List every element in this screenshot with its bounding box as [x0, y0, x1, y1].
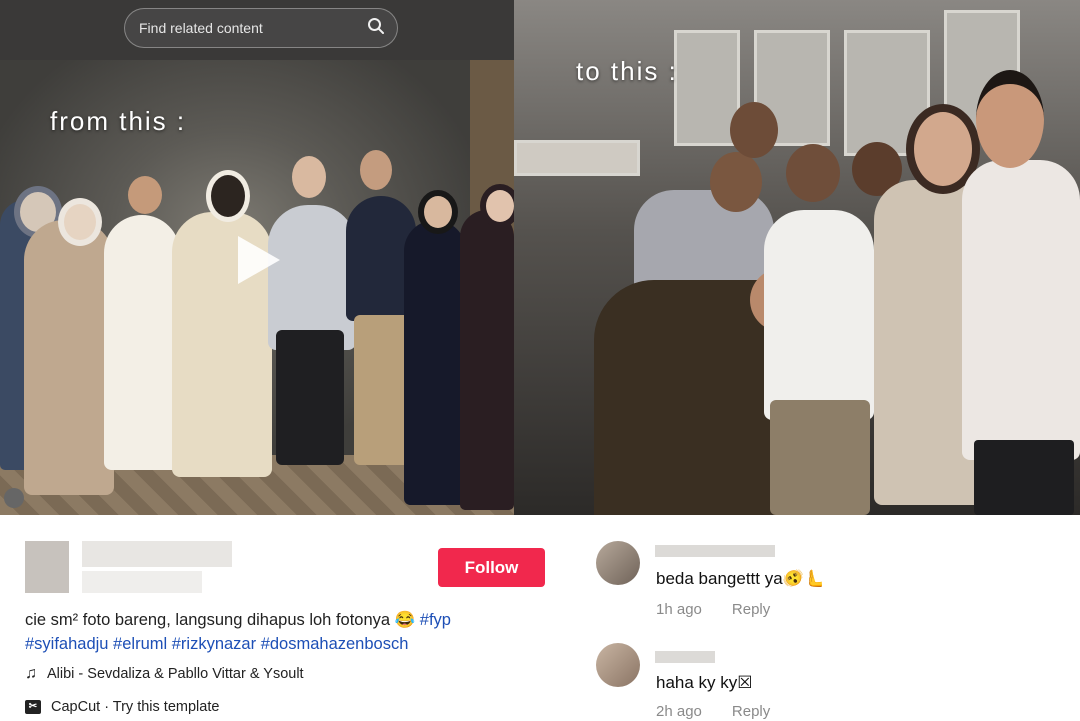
- comment-meta: 2h ago Reply: [656, 703, 770, 720]
- author-name[interactable]: [82, 541, 232, 567]
- follow-button[interactable]: Follow: [438, 548, 545, 587]
- person-figure: [460, 210, 514, 510]
- comments-section: beda bangettt ya🫨🫷 1h ago Reply haha ky …: [580, 515, 1080, 721]
- person-figure: [962, 160, 1080, 460]
- person-figure: [634, 190, 774, 290]
- video-frame-left: from this : Find related content: [0, 0, 520, 515]
- reply-button[interactable]: Reply: [732, 601, 770, 618]
- comment-text: haha ky ky☒: [656, 673, 753, 692]
- reply-button[interactable]: Reply: [732, 703, 770, 720]
- music-title[interactable]: Alibi - Sevdaliza & Pabllo Vittar & Ysou…: [47, 666, 304, 682]
- video-frame-right: to this :: [514, 0, 1080, 515]
- music-note-icon: ♫: [25, 665, 37, 682]
- music-row[interactable]: ♫ Alibi - Sevdaliza & Pabllo Vittar & Ys…: [25, 665, 304, 683]
- author-handle[interactable]: [82, 571, 202, 593]
- person-head: [710, 152, 762, 212]
- post-description: cie sm² foto bareng, langsung dihapus lo…: [25, 608, 555, 656]
- person-figure: [24, 220, 114, 495]
- person-figure: [770, 400, 870, 515]
- avatar[interactable]: [596, 541, 640, 585]
- person-figure: [404, 220, 466, 505]
- hashtag-link[interactable]: #fyp: [420, 611, 451, 629]
- hashtag-links[interactable]: #syifahadju #elruml #rizkynazar #dosmaha…: [25, 635, 408, 653]
- avatar: [4, 488, 24, 508]
- search-bar[interactable]: Find related content: [124, 8, 398, 48]
- person-head: [786, 144, 840, 202]
- person-figure: [764, 210, 874, 420]
- commenter-name[interactable]: [655, 651, 715, 663]
- window-decor: [514, 140, 640, 176]
- search-placeholder[interactable]: Find related content: [139, 20, 367, 36]
- caption-to-this: to this :: [576, 56, 678, 86]
- author-avatar[interactable]: [25, 541, 69, 593]
- comment-time: 1h ago: [656, 601, 702, 618]
- person-figure: [276, 330, 344, 465]
- person-head: [128, 176, 162, 214]
- person-figure: [268, 205, 356, 350]
- description-text: cie sm² foto bareng, langsung dihapus lo…: [25, 611, 416, 629]
- video-player[interactable]: from this : Find related content to this…: [0, 0, 1080, 515]
- person-head: [292, 156, 326, 198]
- comment-meta: 1h ago Reply: [656, 601, 770, 618]
- caption-from-this: from this :: [50, 106, 187, 136]
- person-figure: [104, 215, 180, 470]
- capcut-icon: ✂: [25, 700, 41, 714]
- person-head: [206, 170, 250, 222]
- template-link[interactable]: CapCut · Try this template: [51, 699, 219, 715]
- post-info: Follow cie sm² foto bareng, langsung dih…: [0, 515, 563, 721]
- search-icon[interactable]: [367, 17, 385, 40]
- play-icon[interactable]: [238, 236, 280, 284]
- person-head: [730, 102, 778, 158]
- commenter-name[interactable]: [655, 545, 775, 557]
- comment-time: 2h ago: [656, 703, 702, 720]
- person-head: [418, 190, 458, 234]
- person-figure: [974, 440, 1074, 515]
- comment-text: beda bangettt ya🫨🫷: [656, 569, 825, 588]
- template-row[interactable]: ✂ CapCut · Try this template: [25, 699, 219, 715]
- person-head: [58, 198, 102, 246]
- avatar[interactable]: [596, 643, 640, 687]
- person-head: [360, 150, 392, 190]
- person-head: [976, 70, 1044, 168]
